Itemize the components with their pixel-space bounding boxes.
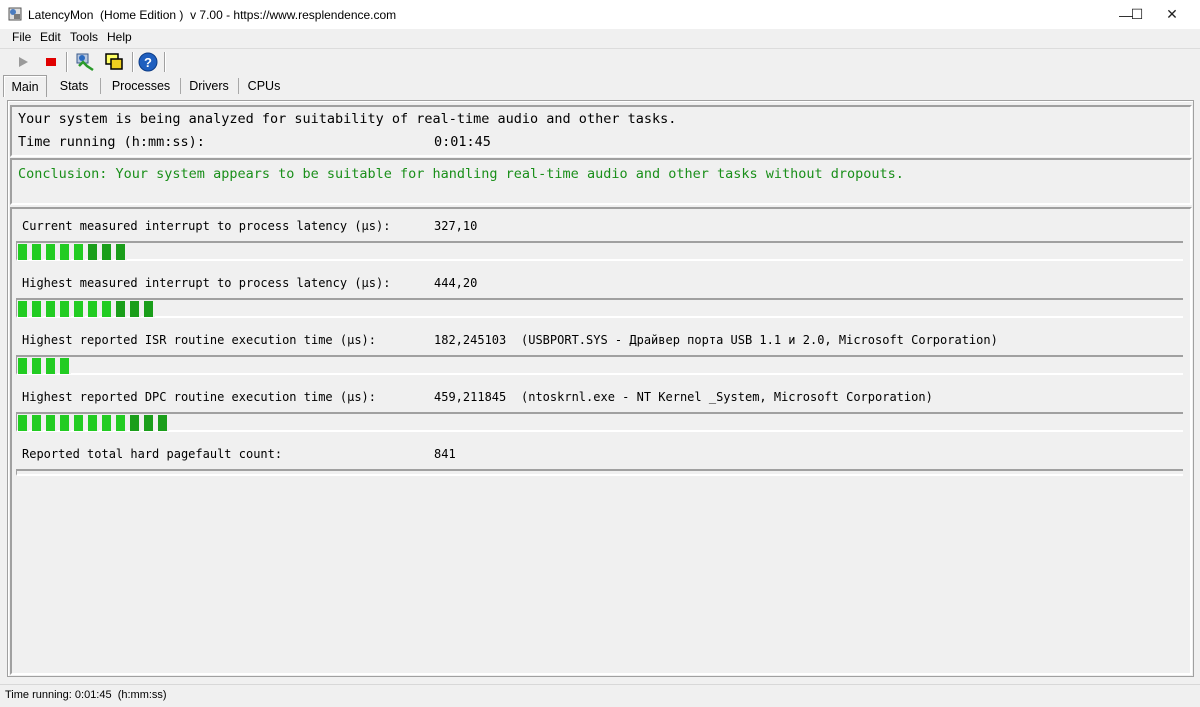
tab-separator: [180, 78, 181, 94]
toolbar-separator: [132, 52, 134, 72]
progress-segment: [32, 415, 43, 431]
menu-help[interactable]: Help: [107, 30, 132, 44]
close-button[interactable]: ✕: [1149, 0, 1195, 29]
current-latency-bar: [16, 241, 1183, 261]
menu-tools[interactable]: Tools: [70, 30, 98, 44]
tab-drivers[interactable]: Drivers: [182, 76, 236, 96]
toolbar: [0, 48, 1200, 76]
progress-segment: [74, 301, 85, 317]
conclusion-text: Conclusion: Your system appears to be su…: [18, 166, 904, 182]
progress-segment: [32, 301, 43, 317]
progress-segment: [88, 301, 99, 317]
progress-segment: [46, 358, 57, 374]
progress-segment: [158, 415, 169, 431]
progress-segment: [74, 415, 85, 431]
menu-bar: [0, 29, 1200, 48]
windows-button[interactable]: [103, 52, 125, 72]
progress-segment: [32, 358, 43, 374]
dpc-driver-detail: (ntoskrnl.exe - NT Kernel _System, Micro…: [521, 390, 933, 404]
progress-segment: [144, 415, 155, 431]
windows-icon: [105, 53, 123, 70]
progress-segment: [102, 244, 113, 260]
tab-stats[interactable]: Stats: [51, 76, 97, 96]
svg-text:?: ?: [144, 55, 152, 70]
tab-separator: [100, 78, 101, 94]
progress-segment: [88, 244, 99, 260]
highest-latency-bar: [16, 298, 1183, 318]
tab-cpus[interactable]: CPUs: [241, 76, 287, 96]
time-running-label: Time running (h:mm:ss):: [18, 134, 205, 150]
time-running-value: 0:01:45: [434, 134, 491, 150]
progress-segment: [32, 244, 43, 260]
progress-segment: [18, 244, 29, 260]
tab-processes[interactable]: Processes: [104, 76, 178, 96]
progress-segment: [144, 301, 155, 317]
progress-segment: [116, 415, 127, 431]
progress-segment: [88, 415, 99, 431]
help-icon: ?: [138, 52, 158, 72]
progress-segment: [130, 301, 141, 317]
start-button[interactable]: [12, 52, 34, 72]
progress-segment: [60, 415, 71, 431]
isr-time-label: Highest reported ISR routine execution t…: [22, 333, 377, 347]
progress-segment: [102, 415, 113, 431]
progress-segment: [18, 415, 29, 431]
dpc-time-value: 459,211845: [434, 390, 507, 404]
highest-latency-value: 444,20: [434, 276, 478, 290]
progress-segment: [60, 358, 71, 374]
progress-segment: [18, 301, 29, 317]
tab-separator: [238, 78, 239, 94]
stop-button[interactable]: [40, 52, 62, 72]
current-latency-label: Current measured interrupt to process la…: [22, 219, 391, 233]
app-icon: [8, 7, 22, 21]
tab-main[interactable]: Main: [3, 75, 47, 97]
current-latency-value: 327,10: [434, 219, 478, 233]
analysis-message: Your system is being analyzed for suitab…: [18, 111, 677, 127]
progress-segment: [60, 244, 71, 260]
progress-segment: [46, 244, 57, 260]
progress-segment: [102, 301, 113, 317]
progress-segment: [74, 244, 85, 260]
stop-icon: [46, 58, 56, 66]
pagefault-value: 841: [434, 447, 456, 461]
progress-segment: [18, 358, 29, 374]
process-monitor-button[interactable]: [74, 52, 96, 72]
window-title: LatencyMon (Home Edition ) v 7.00 - http…: [28, 8, 397, 22]
status-bar: [0, 684, 1200, 707]
pagefault-label: Reported total hard pagefault count:: [22, 447, 283, 461]
progress-segment: [116, 244, 127, 260]
progress-segment: [60, 301, 71, 317]
isr-time-bar: [16, 355, 1183, 375]
progress-segment: [130, 415, 141, 431]
play-icon: [19, 57, 28, 67]
toolbar-separator: [66, 52, 68, 72]
isr-driver-detail: (USBPORT.SYS - Драйвер порта USB 1.1 и 2…: [521, 333, 998, 347]
help-button[interactable]: ?: [137, 52, 159, 72]
isr-time-value: 182,245103: [434, 333, 507, 347]
dpc-time-label: Highest reported DPC routine execution t…: [22, 390, 377, 404]
pagefault-bar: [16, 469, 1183, 476]
progress-segment: [116, 301, 127, 317]
menu-file[interactable]: File: [12, 30, 31, 44]
process-monitor-icon: [76, 53, 94, 72]
progress-segment: [46, 301, 57, 317]
highest-latency-label: Highest measured interrupt to process la…: [22, 276, 391, 290]
dpc-time-bar: [16, 412, 1183, 432]
toolbar-separator: [164, 52, 166, 72]
progress-segment: [46, 415, 57, 431]
status-text: Time running: 0:01:45 (h:mm:ss): [5, 689, 167, 701]
menu-edit[interactable]: Edit: [40, 30, 61, 44]
